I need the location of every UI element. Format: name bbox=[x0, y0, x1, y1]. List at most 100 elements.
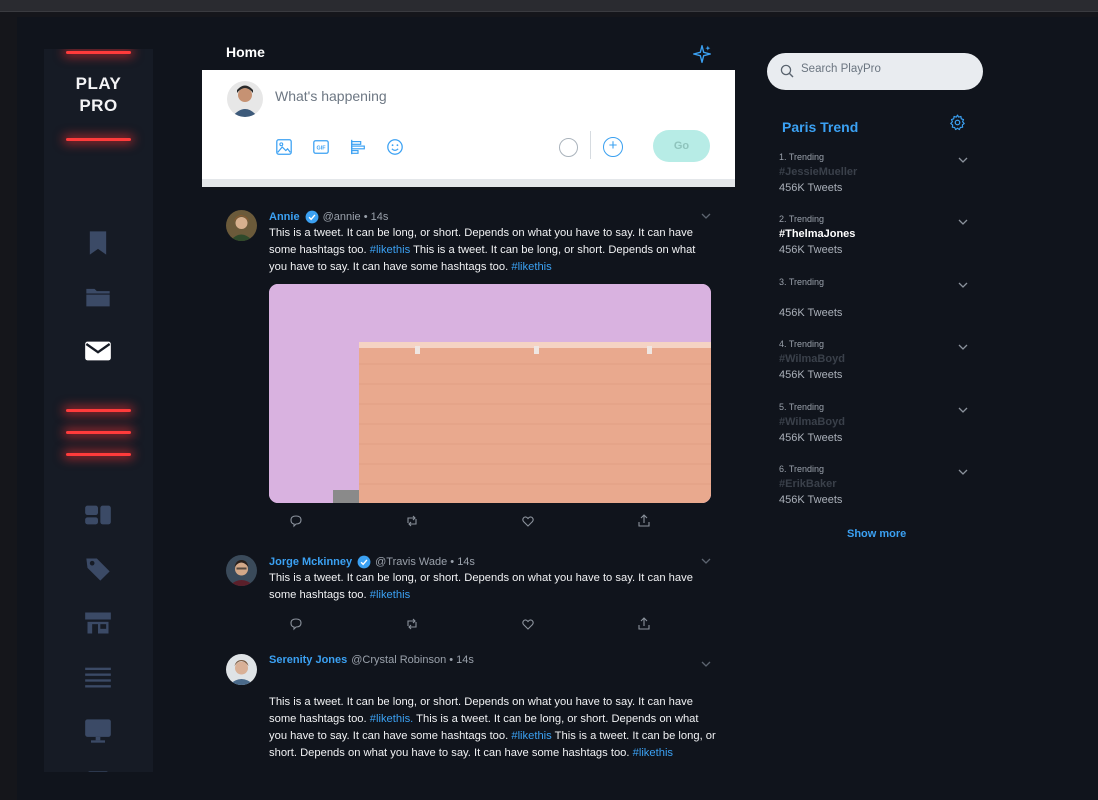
trend-hashtag[interactable]: #JessieMueller bbox=[779, 166, 857, 178]
brand-logo[interactable]: PLAY PRO bbox=[44, 73, 153, 117]
tweet-header: Jorge Mckinney @Travis Wade • 14s bbox=[269, 555, 475, 569]
search-bar[interactable] bbox=[767, 53, 983, 90]
share-button[interactable] bbox=[637, 617, 651, 631]
compose-input[interactable] bbox=[275, 88, 655, 104]
trend-count: 456K Tweets bbox=[779, 369, 843, 381]
share-icon bbox=[638, 514, 650, 527]
verified-badge-icon bbox=[357, 555, 371, 569]
divider bbox=[590, 131, 591, 159]
tweet[interactable]: Serenity Jones @Crystal Robinson • 14s T… bbox=[226, 654, 716, 764]
author-name[interactable]: Jorge Mckinney bbox=[269, 556, 352, 568]
trend-rank: 4. Trending bbox=[779, 339, 825, 349]
verified-badge-icon bbox=[305, 210, 318, 224]
monitor-icon bbox=[85, 719, 111, 743]
gif-button[interactable]: GIF bbox=[312, 138, 330, 156]
chevron-down-icon[interactable] bbox=[700, 210, 712, 222]
retweet-button[interactable] bbox=[405, 514, 419, 528]
sidebar-item-folders[interactable] bbox=[84, 283, 112, 311]
hashtag-link[interactable]: #likethis bbox=[370, 244, 410, 256]
author-name[interactable]: Annie bbox=[269, 211, 300, 223]
trend-rank: 6. Trending bbox=[779, 464, 825, 474]
sidebar-item-store[interactable] bbox=[84, 609, 112, 637]
reply-button[interactable] bbox=[289, 514, 303, 528]
neon-divider bbox=[66, 138, 131, 141]
tweet-actions bbox=[289, 617, 659, 631]
search-icon bbox=[780, 64, 794, 78]
avatar[interactable] bbox=[226, 654, 257, 685]
sidebar-item-messages[interactable] bbox=[84, 337, 112, 365]
tweet[interactable]: Annie @annie • 14s This is a tweet. It c… bbox=[226, 210, 716, 528]
mail-icon bbox=[85, 341, 111, 361]
hashtag-link[interactable]: #likethis bbox=[370, 589, 410, 601]
author-handle: @Crystal Robinson • 14s bbox=[351, 654, 474, 666]
tweet-image[interactable] bbox=[269, 284, 711, 503]
trend-hashtag[interactable]: #WilmaBoyd bbox=[779, 416, 845, 428]
author-name[interactable]: Serenity Jones bbox=[269, 654, 347, 666]
heart-icon bbox=[522, 619, 534, 630]
chevron-down-icon[interactable] bbox=[957, 216, 969, 228]
reply-button[interactable] bbox=[289, 617, 303, 631]
heart-icon bbox=[522, 516, 534, 527]
tweet-header: Annie @annie • 14s bbox=[269, 210, 388, 224]
tweet[interactable]: Jorge Mckinney @Travis Wade • 14s This i… bbox=[226, 555, 716, 635]
bookmark-icon bbox=[89, 231, 107, 255]
avatar[interactable] bbox=[226, 210, 257, 241]
hashtag-link[interactable]: #likethis bbox=[633, 747, 673, 759]
like-button[interactable] bbox=[521, 617, 535, 631]
poll-button[interactable] bbox=[349, 138, 367, 156]
tweet-text: This is a tweet. It can be long, or shor… bbox=[269, 227, 696, 273]
trend-item[interactable]: 3. Trending 456K Tweets bbox=[779, 277, 971, 327]
add-thread-button[interactable]: + bbox=[603, 137, 623, 157]
chevron-down-icon[interactable] bbox=[700, 658, 712, 670]
image-button[interactable] bbox=[275, 138, 293, 156]
brand-line-2: PRO bbox=[79, 96, 118, 115]
trend-hashtag[interactable]: #ThelmaJones bbox=[779, 228, 855, 240]
share-button[interactable] bbox=[637, 514, 651, 528]
retweet-icon bbox=[407, 515, 417, 527]
app-window: PLAY PRO Home What's happening GIF + Go … bbox=[17, 17, 1098, 800]
trend-hashtag[interactable]: #WilmaBoyd bbox=[779, 353, 845, 365]
like-button[interactable] bbox=[521, 514, 535, 528]
trend-item[interactable]: 2. Trending #ThelmaJones 456K Tweets bbox=[779, 214, 971, 264]
sparkle-icon[interactable] bbox=[692, 44, 712, 64]
avatar[interactable] bbox=[227, 81, 263, 117]
tag-icon bbox=[86, 558, 110, 581]
chevron-down-icon[interactable] bbox=[700, 555, 712, 567]
hashtag-link[interactable]: #likethis. bbox=[370, 713, 414, 725]
emoji-button[interactable] bbox=[386, 138, 404, 156]
retweet-button[interactable] bbox=[405, 617, 419, 631]
brand-line-1: PLAY bbox=[75, 74, 122, 93]
trend-rank: 3. Trending bbox=[779, 277, 825, 287]
search-input[interactable] bbox=[801, 63, 971, 75]
chevron-down-icon[interactable] bbox=[957, 154, 969, 166]
hashtag-link[interactable]: #likethis bbox=[511, 730, 551, 742]
store-icon bbox=[85, 612, 111, 634]
page-title: Home bbox=[226, 44, 265, 60]
more-icon bbox=[88, 771, 108, 772]
trend-item[interactable]: 5. Trending #WilmaBoyd 456K Tweets bbox=[779, 402, 971, 452]
emoji-icon bbox=[387, 139, 403, 155]
tweet-actions bbox=[289, 514, 659, 528]
sidebar-item-more[interactable] bbox=[84, 769, 112, 772]
show-more-link[interactable]: Show more bbox=[847, 528, 906, 540]
reply-icon bbox=[290, 618, 302, 631]
sidebar-item-list[interactable] bbox=[84, 663, 112, 691]
avatar[interactable] bbox=[226, 555, 257, 586]
chevron-down-icon[interactable] bbox=[957, 404, 969, 416]
sidebar-item-tags[interactable] bbox=[84, 555, 112, 583]
go-button[interactable]: Go bbox=[653, 130, 710, 162]
sidebar-item-dashboard[interactable] bbox=[84, 501, 112, 529]
trend-item[interactable]: 4. Trending #WilmaBoyd 456K Tweets bbox=[779, 339, 971, 389]
sidebar-item-bookmarks[interactable] bbox=[84, 229, 112, 257]
trend-item[interactable]: 1. Trending #JessieMueller 456K Tweets bbox=[779, 152, 971, 202]
sidebar-item-monitor[interactable] bbox=[84, 717, 112, 745]
chevron-down-icon[interactable] bbox=[957, 279, 969, 291]
trend-hashtag[interactable]: #ErikBaker bbox=[779, 478, 837, 490]
trend-item[interactable]: 6. Trending #ErikBaker 456K Tweets bbox=[779, 464, 971, 514]
hashtag-link[interactable]: #likethis bbox=[511, 261, 551, 273]
folder-icon bbox=[86, 288, 110, 307]
chevron-down-icon[interactable] bbox=[957, 466, 969, 478]
chevron-down-icon[interactable] bbox=[957, 341, 969, 353]
share-icon bbox=[638, 617, 650, 630]
gear-icon[interactable] bbox=[949, 114, 966, 131]
